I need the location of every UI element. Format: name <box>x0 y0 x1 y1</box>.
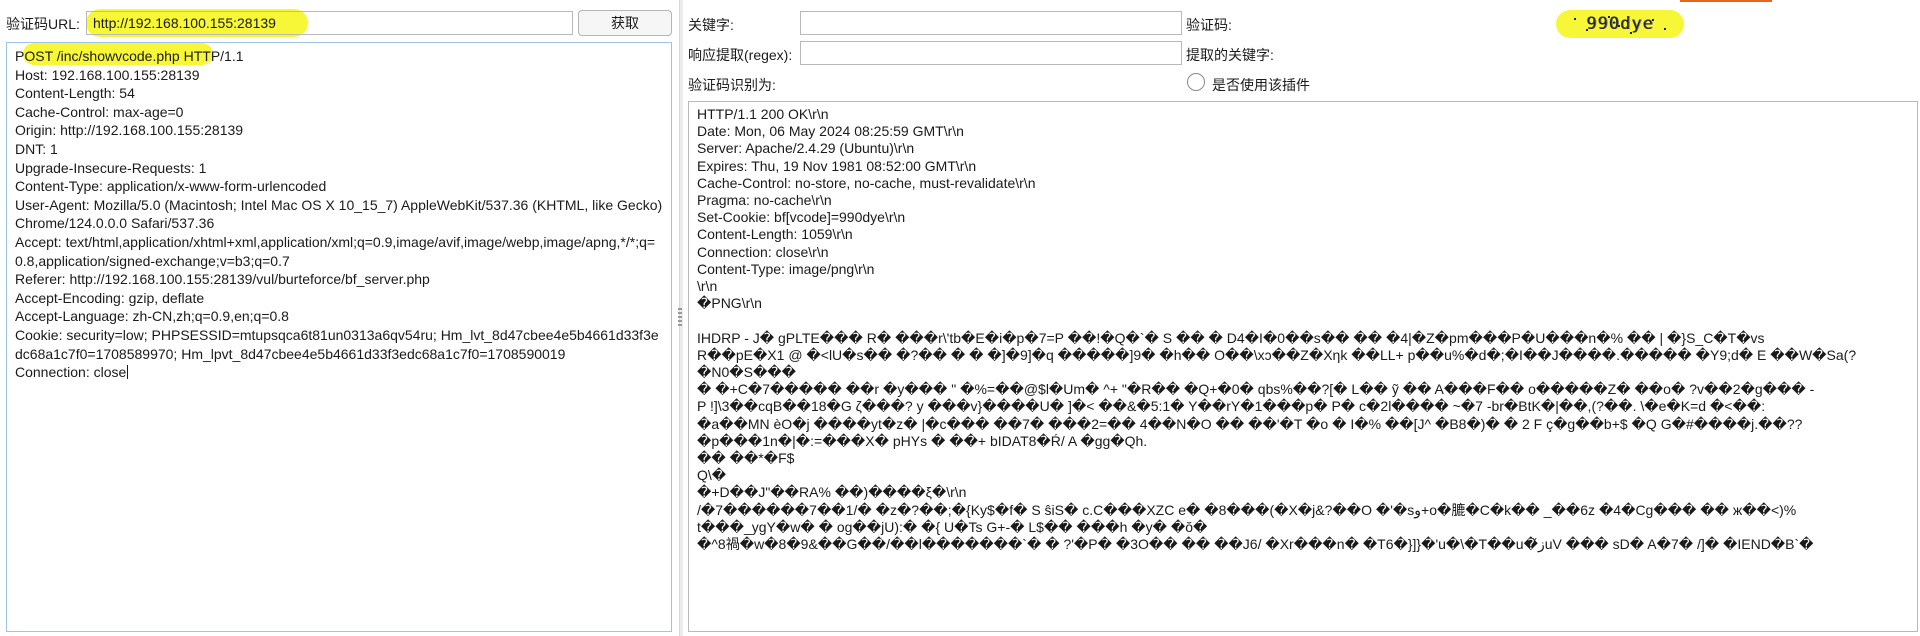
extracted-keyword-label: 提取的关键字: <box>1186 47 1274 63</box>
noise-dot <box>1664 28 1666 30</box>
request-line: User-Agent: Mozilla/5.0 (Macintosh; Inte… <box>15 196 667 232</box>
use-plugin-radio[interactable] <box>1187 73 1205 91</box>
captcha-image: 990dye <box>1556 10 1684 38</box>
request-line: DNT: 1 <box>15 140 58 157</box>
recognized-as-label: 验证码识别为: <box>688 77 776 93</box>
request-line: Accept-Encoding: gzip, deflate <box>15 289 205 306</box>
response-line: �p���1n�|�:=���X� pHYs � ��+ bIDAT8�Ŕ/ A… <box>697 432 1148 449</box>
response-lines: HTTP/1.1 200 OK\r\n Date: Mon, 06 May 202… <box>697 106 1909 553</box>
response-line: \r\n <box>697 278 718 295</box>
response-line: IHDRP - J� gPLTE��� R� ���r\'tb�E�i�p�7=… <box>697 329 1765 346</box>
noise-dot <box>1652 19 1654 21</box>
response-line: t���_ygY�w� � og��jU):� �{ U�Ts G+-� L$�… <box>697 518 1208 535</box>
splitter-handle[interactable] <box>678 308 682 326</box>
request-line: Cookie: security=low; PHPSESSID=mtupsqca… <box>15 326 659 362</box>
request-line: Host: 192.168.100.155:28139 <box>15 66 200 83</box>
response-line: Content-Length: 1059\r\n <box>697 226 853 243</box>
response-pane: 关键字: 验证码: 990dye 响应提取(regex): 提取的关键字: 验证… <box>684 0 1920 636</box>
response-line <box>697 312 1909 329</box>
response-line: �N0�S��� <box>697 364 797 381</box>
response-line: Q\� <box>697 467 727 484</box>
response-textarea[interactable]: HTTP/1.1 200 OK\r\n Date: Mon, 06 May 202… <box>688 101 1918 632</box>
response-line: Set-Cookie: bf[vcode]=990dye\r\n <box>697 209 906 226</box>
noise-dot <box>1608 16 1610 18</box>
captcha-image-text: 990dye <box>1586 14 1654 34</box>
request-line: Upgrade-Insecure-Requests: 1 <box>15 159 207 176</box>
regex-input[interactable] <box>800 41 1182 65</box>
response-line: R��pE�X1 @ �<lU�s�� �?�� � � �]�9]�q ���… <box>697 346 1857 363</box>
request-textarea[interactable]: POST /inc/showvcode.php HTTP/1.1 Host: 19… <box>6 42 672 632</box>
captcha-url-label: 验证码URL: <box>6 16 80 32</box>
keyword-label: 关键字: <box>688 17 734 33</box>
response-line: Expires: Thu, 19 Nov 1981 08:52:00 GMT\r… <box>697 157 977 174</box>
captcha-label: 验证码: <box>1186 17 1232 33</box>
response-line: �PNG\r\n <box>697 295 762 312</box>
response-line: /�7������7��1/� �z�?��;�{Ky$�f� S ŝiS� c… <box>697 501 1797 518</box>
noise-dot <box>1586 29 1588 31</box>
response-line: �� ��*�F$ <box>697 450 795 467</box>
response-line: Server: Apache/2.4.29 (Ubuntu)\r\n <box>697 140 915 157</box>
response-line: Cache-Control: no-store, no-cache, must-… <box>697 174 1036 191</box>
response-line: HTTP/1.1 200 OK\r\n <box>697 106 829 122</box>
response-line: Content-Type: image/png\r\n <box>697 260 875 277</box>
request-line: Referer: http://192.168.100.155:28139/vu… <box>15 271 430 288</box>
response-line: �^8禍�w�8�9&��G��/��l�������`� � ?'�P� �3… <box>697 536 1814 553</box>
request-line: Content-Length: 54 <box>15 85 135 102</box>
response-line: P !]\3��cqB��18�G ζ���? y ���v}����U� ]�… <box>697 398 1766 415</box>
request-line: Accept-Language: zh-CN,zh;q=0.9,en;q=0.8 <box>15 308 289 325</box>
request-pane: 验证码URL: 获取 POST /inc/showvcode.php HTTP/… <box>0 0 678 636</box>
response-line: � �+C�7����� ��r �y��� " �%=��@$l�Um� ^+… <box>697 381 1815 398</box>
text-cursor <box>127 365 129 380</box>
response-line: �a��MN èO�j ����yt�z� |�c��� ��7� ���2=�… <box>697 415 1803 432</box>
request-line: Cache-Control: max-age=0 <box>15 103 184 120</box>
noise-dot <box>1630 32 1632 34</box>
fetch-button[interactable]: 获取 <box>578 10 672 36</box>
response-line: Date: Mon, 06 May 2024 08:25:59 GMT\r\n <box>697 123 964 140</box>
noise-dot <box>1618 25 1620 27</box>
regex-label: 响应提取(regex): <box>688 47 793 63</box>
request-line: Origin: http://192.168.100.155:28139 <box>15 122 244 139</box>
request-line: Accept: text/html,application/xhtml+xml,… <box>15 233 656 269</box>
noise-dot <box>1574 18 1576 20</box>
request-line: Connection: close <box>15 364 129 381</box>
response-line: Connection: close\r\n <box>697 243 829 260</box>
use-plugin-label: 是否使用该插件 <box>1212 77 1310 93</box>
response-line: �+D��J"��RA% ��)����ξ�\r\n <box>697 484 967 501</box>
request-line: Content-Type: application/x-www-form-url… <box>15 178 327 195</box>
request-lines: POST /inc/showvcode.php HTTP/1.1 Host: 19… <box>15 47 663 382</box>
request-line: POST /inc/showvcode.php HTTP/1.1 <box>15 48 244 64</box>
keyword-input[interactable] <box>800 11 1182 35</box>
response-line: Pragma: no-cache\r\n <box>697 192 832 209</box>
captcha-url-input[interactable] <box>86 11 573 35</box>
